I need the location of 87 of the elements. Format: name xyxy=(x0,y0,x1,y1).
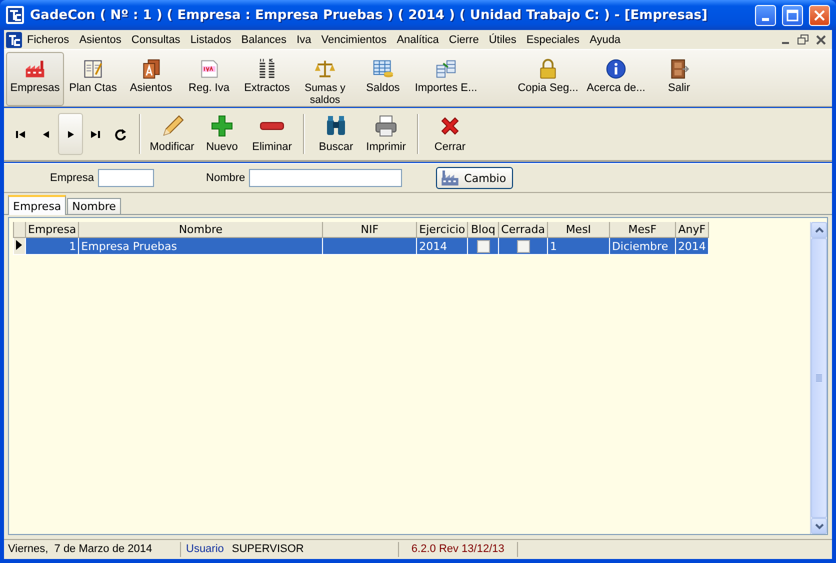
version-text: 6.2.0 Rev 13/12/13 xyxy=(398,542,518,557)
input-field[interactable] xyxy=(98,169,154,187)
menu-item[interactable]: Vencimientos xyxy=(316,34,392,46)
user-label: Usuario xyxy=(185,542,225,557)
toolbar-button[interactable]: Sumas y saldos xyxy=(296,52,354,106)
toolbar-button[interactable]: Imprimir xyxy=(361,110,411,158)
factory-icon xyxy=(24,58,46,80)
toolbar-button[interactable]: Nuevo xyxy=(197,110,247,158)
padlock-icon xyxy=(537,58,559,80)
maximize-icon xyxy=(786,8,799,22)
door-icon xyxy=(668,58,690,80)
checkbox[interactable] xyxy=(476,240,490,253)
plus-icon xyxy=(210,114,234,138)
menu-item[interactable]: Útiles xyxy=(484,34,522,46)
notebook-icon xyxy=(82,58,104,80)
next-record-button[interactable] xyxy=(58,113,83,155)
column-header[interactable]: Empresa xyxy=(26,222,79,238)
toolbar-button[interactable]: Salir xyxy=(650,52,708,106)
menu-item[interactable]: Analítica xyxy=(392,34,444,46)
menu-item[interactable]: Consultas xyxy=(126,34,186,46)
toolbar-button[interactable]: Reg. Iva xyxy=(180,52,238,106)
input-field[interactable] xyxy=(249,169,402,187)
toolbar-button[interactable]: Cerrar xyxy=(425,110,475,158)
toolbar-button[interactable]: Modificar xyxy=(147,110,197,158)
column-header[interactable]: Cerrada xyxy=(498,222,548,238)
field-label: Nombre xyxy=(206,172,246,184)
column-header[interactable]: Nombre xyxy=(78,222,323,238)
column-header[interactable]: MesI xyxy=(547,222,610,238)
minimize-icon[interactable] xyxy=(782,42,789,44)
pencil-icon xyxy=(160,114,184,138)
toolbar-button[interactable]: Asientos xyxy=(122,52,180,106)
app-logo-icon xyxy=(6,6,24,24)
scrollbar[interactable] xyxy=(810,222,827,534)
window-title: GadeCon ( Nº : 1 ) ( Empresa : Empresa Pruebas ) ( 2014 ) ( Unidad Trabajo C: ) - [Empresas] xyxy=(30,8,708,22)
table-cell: 1 xyxy=(26,238,79,254)
books-icon xyxy=(140,58,162,80)
toolbar-button[interactable]: Saldos xyxy=(354,52,412,106)
field-label: Empresa xyxy=(50,172,94,184)
toolbar-button[interactable]: Plan Ctas xyxy=(64,52,122,106)
toolbar-button[interactable]: Empresas xyxy=(6,52,64,106)
table-cell: 1 xyxy=(547,238,610,254)
menu-item[interactable]: Listados xyxy=(185,34,236,46)
maximize-button[interactable] xyxy=(782,4,803,26)
scale-icon xyxy=(314,58,336,80)
toolbar-button[interactable]: Eliminar xyxy=(247,110,297,158)
checkbox[interactable] xyxy=(516,240,530,253)
column-header[interactable]: AnyF xyxy=(675,222,708,238)
menu-item[interactable]: Cierre xyxy=(444,34,484,46)
table-cell: Diciembre xyxy=(609,238,676,254)
menu-item[interactable]: Asientos xyxy=(74,34,126,46)
menu-item[interactable]: Ficheros xyxy=(22,34,74,46)
user-name: SUPERVISOR xyxy=(230,542,305,557)
close-icon xyxy=(813,8,826,22)
toolbar-button[interactable]: Copia Seg... xyxy=(514,52,582,106)
table-cell: Empresa Pruebas xyxy=(78,238,323,254)
change-button[interactable]: Cambio xyxy=(436,167,514,189)
column-header[interactable]: Bloq xyxy=(468,222,499,238)
spreadsheet-coins-icon xyxy=(372,58,394,80)
column-header[interactable]: MesF xyxy=(609,222,676,238)
printer-icon xyxy=(374,114,398,138)
menu-item[interactable]: Ayuda xyxy=(584,34,626,46)
toolbar-button[interactable]: Extractos xyxy=(238,52,296,106)
binoculars-icon xyxy=(324,114,348,138)
menu-item[interactable]: Especiales xyxy=(521,34,585,46)
info-icon xyxy=(605,58,627,80)
close-button[interactable] xyxy=(809,4,830,26)
restore-icon[interactable] xyxy=(796,32,810,46)
toolbar-button[interactable]: Importes E... xyxy=(412,52,480,106)
menu-item[interactable]: Balances xyxy=(236,34,292,46)
table-cell: 2014 xyxy=(416,238,468,254)
document-icon xyxy=(198,58,220,80)
minus-icon xyxy=(260,122,284,130)
refresh-icon xyxy=(114,128,127,140)
factory-icon xyxy=(440,168,460,188)
table-cell: 2014 xyxy=(675,238,708,254)
column-header[interactable]: Ejercicio xyxy=(416,222,468,238)
tab[interactable]: Empresa xyxy=(8,195,66,215)
column-header[interactable]: NIF xyxy=(322,222,417,238)
close-icon[interactable] xyxy=(814,32,828,46)
menu-item[interactable]: Iva xyxy=(292,34,316,46)
toolbar-button[interactable]: Buscar xyxy=(311,110,361,158)
tab[interactable]: Nombre xyxy=(67,198,121,214)
minimize-button[interactable] xyxy=(755,4,776,26)
status-date: Viernes, 7 de Marzo de 2014 xyxy=(4,542,181,557)
tables-transfer-icon xyxy=(435,58,457,80)
minimize-icon xyxy=(762,18,769,20)
toolbar-button[interactable]: Acerca de... xyxy=(582,52,650,106)
